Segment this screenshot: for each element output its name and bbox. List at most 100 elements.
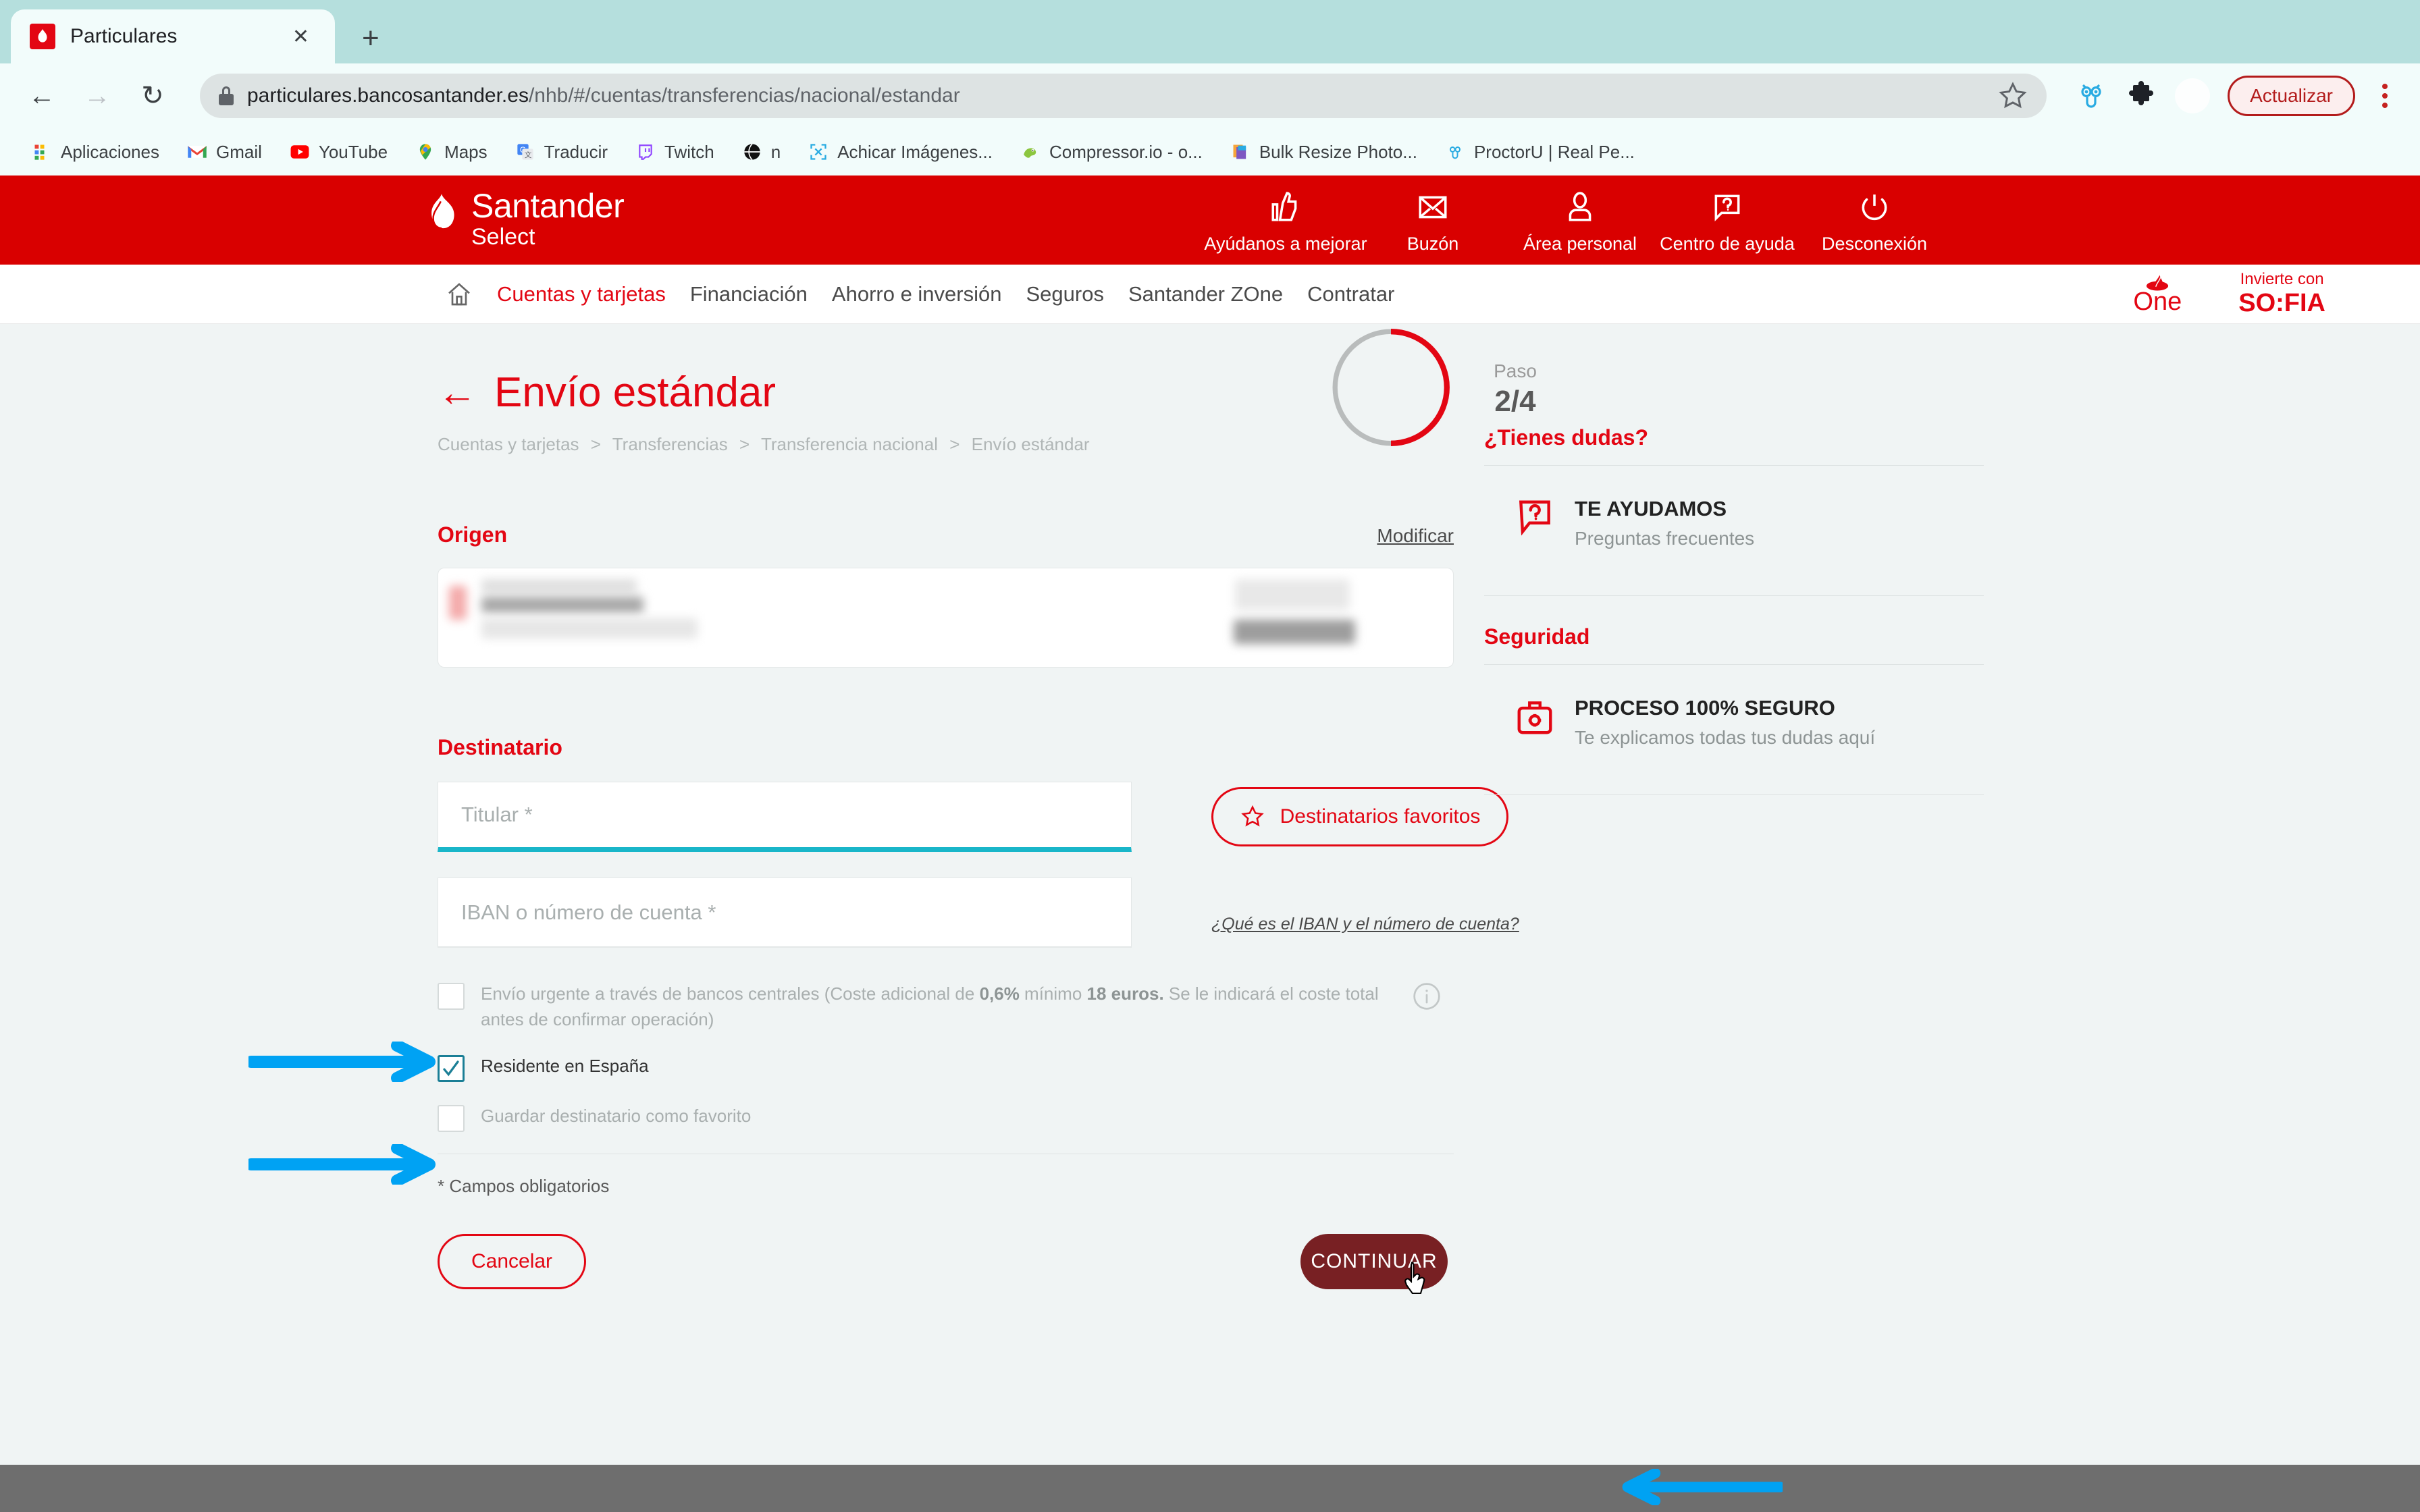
sidebar-security-item-title: PROCESO 100% SEGURO: [1575, 696, 1835, 720]
bookmark-item[interactable]: Achicar Imágenes...: [797, 137, 1003, 167]
redacted-block: [1235, 579, 1350, 610]
thumbs-up-icon: [1271, 192, 1297, 221]
header-action-logout[interactable]: Desconexión: [1801, 190, 1948, 254]
redacted-block: [1234, 620, 1355, 644]
bookmark-item[interactable]: Gmail: [176, 137, 273, 167]
proctoru-owl-icon[interactable]: [2075, 80, 2107, 112]
briefcase-gear-icon: [1517, 701, 1552, 734]
header-action-feedback[interactable]: Ayúdanos a mejorar: [1204, 190, 1367, 254]
header-action-label: Desconexión: [1821, 234, 1928, 254]
bookmark-item[interactable]: Compressor.io - o...: [1009, 137, 1213, 167]
options-group: Envío urgente a través de bancos central…: [438, 981, 1454, 1133]
iban-placeholder: IBAN o número de cuenta *: [461, 900, 716, 924]
header-actions: Ayúdanos a mejorar Buzón Área personal C…: [1204, 190, 1948, 254]
breadcrumb-separator: >: [949, 434, 960, 454]
save-favorite-label: Guardar destinatario como favorito: [481, 1106, 752, 1127]
page-title-text: Envío estándar: [494, 369, 777, 416]
bookmark-item[interactable]: YouTube: [278, 137, 398, 167]
sidebar-doubts-title: ¿Tienes dudas?: [1484, 425, 1649, 450]
bookmark-star-icon[interactable]: [1998, 81, 2028, 111]
santander-one-badge[interactable]: One: [2133, 274, 2182, 315]
resident-label: Residente en España: [481, 1056, 649, 1077]
globe-icon: [741, 141, 763, 163]
modify-origin-link[interactable]: Modificar: [1377, 525, 1454, 547]
back-arrow-icon[interactable]: ←: [438, 373, 477, 412]
bookmark-item[interactable]: Aplicaciones: [20, 137, 170, 167]
reload-icon[interactable]: ↻: [134, 80, 172, 111]
twitch-icon: [635, 141, 656, 163]
favorite-recipients-button[interactable]: Destinatarios favoritos: [1211, 787, 1508, 846]
extensions-puzzle-icon[interactable]: [2125, 80, 2157, 112]
photos-stack-icon: [1230, 141, 1251, 163]
url-text: particulares.bancosantander.es/nhb/#/cue…: [247, 84, 1984, 107]
nav-item-cuentas-y-tarjetas[interactable]: Cuentas y tarjetas: [497, 282, 666, 306]
sofia-badge[interactable]: Invierte con SO:FIA: [2238, 270, 2325, 318]
nav-item-contratar[interactable]: Contratar: [1307, 282, 1394, 306]
sidebar-help-subtitle: Preguntas frecuentes: [1575, 528, 1755, 549]
bookmark-item[interactable]: Twitch: [624, 137, 725, 167]
logo-name: Santander: [471, 186, 625, 225]
bookmark-item[interactable]: ProctorU | Real Pe...: [1433, 137, 1646, 167]
sidebar: ¿Tienes dudas? TE AYUDAMOS Preguntas fre…: [1484, 425, 1984, 795]
bookmark-label: Compressor.io - o...: [1049, 141, 1203, 162]
bookmark-label: Traducir: [544, 141, 608, 162]
back-icon[interactable]: ←: [23, 81, 61, 111]
power-icon: [1862, 194, 1887, 221]
redacted-block: [481, 618, 698, 639]
breadcrumb-item[interactable]: Cuentas y tarjetas: [438, 434, 579, 454]
breadcrumb-item[interactable]: Transferencias: [612, 434, 728, 454]
iban-field-wrap: IBAN o número de cuenta * ¿Qué es el IBA…: [438, 878, 1519, 948]
lock-icon: [219, 86, 234, 105]
home-icon[interactable]: [446, 281, 473, 308]
profile-avatar-icon[interactable]: [2175, 78, 2211, 113]
save-favorite-checkbox[interactable]: [438, 1105, 465, 1133]
nav-item-santander-zone[interactable]: Santander ZOne: [1128, 282, 1283, 306]
recipient-section-header: Destinatario: [438, 735, 1454, 760]
save-favorite-option-row: Guardar destinatario como favorito: [438, 1104, 1454, 1133]
redacted-block: [481, 579, 637, 593]
sidebar-item-security[interactable]: PROCESO 100% SEGURO Te explicamos todas …: [1484, 665, 1984, 780]
titular-field[interactable]: Titular *: [438, 782, 1132, 852]
annotation-arrow-titular: [248, 1042, 436, 1082]
iban-help-link[interactable]: ¿Qué es el IBAN y el número de cuenta?: [1211, 915, 1519, 934]
nav-item-ahorro-e-inversion[interactable]: Ahorro e inversión: [832, 282, 1002, 306]
breadcrumb-item[interactable]: Transferencia nacional: [761, 434, 938, 454]
info-icon[interactable]: [1412, 981, 1442, 1011]
forward-icon[interactable]: →: [78, 81, 116, 111]
nav-item-financiacion[interactable]: Financiación: [690, 282, 808, 306]
header-action-inbox[interactable]: Buzón: [1359, 190, 1506, 254]
santander-logo[interactable]: Santander Select: [424, 186, 625, 252]
bookmark-item[interactable]: Maps: [404, 137, 498, 167]
recipient-title: Destinatario: [438, 735, 562, 759]
iban-field[interactable]: IBAN o número de cuenta *: [438, 878, 1132, 948]
origin-title: Origen: [438, 522, 508, 547]
resident-checkbox[interactable]: [438, 1055, 465, 1083]
cancel-button[interactable]: Cancelar: [438, 1234, 586, 1290]
close-icon[interactable]: ✕: [286, 25, 316, 49]
new-tab-button[interactable]: +: [362, 22, 379, 55]
header-action-personal-area[interactable]: Área personal: [1506, 190, 1654, 254]
sidebar-item-help[interactable]: TE AYUDAMOS Preguntas frecuentes: [1484, 466, 1984, 580]
origin-account-card[interactable]: [438, 568, 1454, 668]
kebab-menu-icon[interactable]: [2373, 84, 2397, 108]
resident-option-row: Residente en España: [438, 1054, 1454, 1083]
logo-subtitle: Select: [471, 223, 535, 250]
header-action-help-center[interactable]: Centro de ayuda: [1654, 190, 1801, 254]
urgent-bold-1: 0,6%: [979, 983, 1020, 1004]
bookmark-label: Achicar Imágenes...: [837, 141, 993, 162]
urgent-checkbox[interactable]: [438, 983, 465, 1010]
header-action-label: Ayúdanos a mejorar: [1204, 234, 1367, 254]
address-bar[interactable]: particulares.bancosantander.es/nhb/#/cue…: [200, 74, 2047, 118]
browser-tab[interactable]: Particulares ✕: [11, 9, 335, 63]
url-host: particulares.bancosantander.es: [247, 84, 529, 107]
breadcrumb-separator: >: [739, 434, 750, 454]
bookmark-item[interactable]: G 文 Traducir: [504, 137, 619, 167]
bookmark-item[interactable]: n: [731, 137, 791, 167]
bookmark-item[interactable]: Bulk Resize Photo...: [1219, 137, 1428, 167]
tab-title: Particulares: [70, 25, 178, 47]
page-title: ← Envío estándar: [438, 369, 776, 416]
envelope-icon: [1419, 196, 1447, 219]
site-header: Santander Select Ayúdanos a mejorar Buzó…: [0, 176, 2420, 265]
nav-item-seguros[interactable]: Seguros: [1026, 282, 1103, 306]
update-button[interactable]: Actualizar: [2228, 76, 2355, 116]
